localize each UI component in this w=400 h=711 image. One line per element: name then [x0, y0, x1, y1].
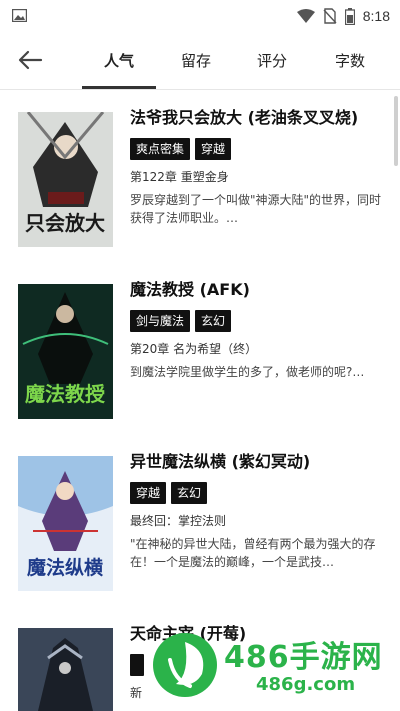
book-description: "在神秘的异世大陆，曾经有两个最为强大的存在！一个是魔法的巅峰，一个是武技…: [130, 537, 376, 569]
tab-rating[interactable]: 评分: [242, 50, 302, 71]
image-icon: [12, 9, 27, 22]
latest-chapter: 第122章 重塑金身: [130, 170, 229, 184]
watermark-url: 486g.com: [256, 674, 356, 695]
site-watermark: 486手游网 486g.com: [150, 620, 400, 711]
book-description: 到魔法学院里做学生的多了，做老师的呢?…: [130, 365, 365, 379]
latest-chapter: 第20章 名为希望（终）: [130, 342, 258, 356]
book-tag[interactable]: 剑与魔法: [130, 310, 191, 332]
back-arrow-icon[interactable]: [16, 48, 44, 72]
book-cover-title: 魔法教授: [25, 382, 106, 406]
status-time: 8:18: [362, 8, 390, 24]
book-description: 罗辰穿越到了一个叫做"神源大陆"的世界，同时获得了法师职业。…: [130, 193, 382, 225]
tab-popularity[interactable]: 人气: [89, 50, 149, 71]
watermark-logo: [153, 633, 217, 697]
book-list-item[interactable]: 魔法教授 魔法教授 (AFK) 剑与魔法 玄幻 第20章 名为希望（终） 到魔法…: [0, 276, 400, 436]
book-tag[interactable]: 玄幻: [171, 482, 208, 504]
book-cover[interactable]: [18, 628, 113, 711]
book-cover-title: 只会放大: [25, 211, 105, 235]
book-tag[interactable]: [130, 654, 144, 676]
book-tag[interactable]: 穿越: [130, 482, 167, 504]
book-cover[interactable]: 只会放大: [18, 112, 113, 247]
tab-word-count[interactable]: 字数: [320, 50, 380, 71]
watermark-text: 486手游网: [224, 640, 383, 675]
latest-chapter: 最终回：掌控法则: [130, 514, 227, 528]
status-bar: 8:18: [0, 0, 400, 32]
wifi-icon: [296, 9, 315, 23]
book-cover[interactable]: 魔法教授: [18, 284, 113, 419]
book-title[interactable]: 异世魔法纵横 (紫幻冥动): [130, 448, 385, 472]
book-tag[interactable]: 玄幻: [195, 310, 232, 332]
book-title[interactable]: 魔法教授 (AFK): [130, 276, 385, 300]
ranking-tab-bar: 人气 留存 评分 字数: [0, 32, 400, 90]
book-tag[interactable]: 穿越: [195, 138, 232, 160]
book-list-item[interactable]: 只会放大 法爷我只会放大 (老油条叉叉烧) 爽点密集 穿越 第122章 重塑金身…: [0, 104, 400, 264]
tab-retention[interactable]: 留存: [166, 50, 226, 71]
no-sim-icon: [323, 8, 337, 24]
book-tag[interactable]: 爽点密集: [130, 138, 191, 160]
battery-icon: [344, 7, 355, 25]
book-title[interactable]: 法爷我只会放大 (老油条叉叉烧): [130, 104, 385, 128]
book-cover[interactable]: 魔法纵横: [18, 456, 113, 591]
book-list-item[interactable]: 魔法纵横 异世魔法纵横 (紫幻冥动) 穿越 玄幻 最终回：掌控法则 "在神秘的异…: [0, 448, 400, 608]
book-cover-title: 魔法纵横: [27, 556, 104, 579]
active-tab-indicator: [82, 86, 156, 89]
